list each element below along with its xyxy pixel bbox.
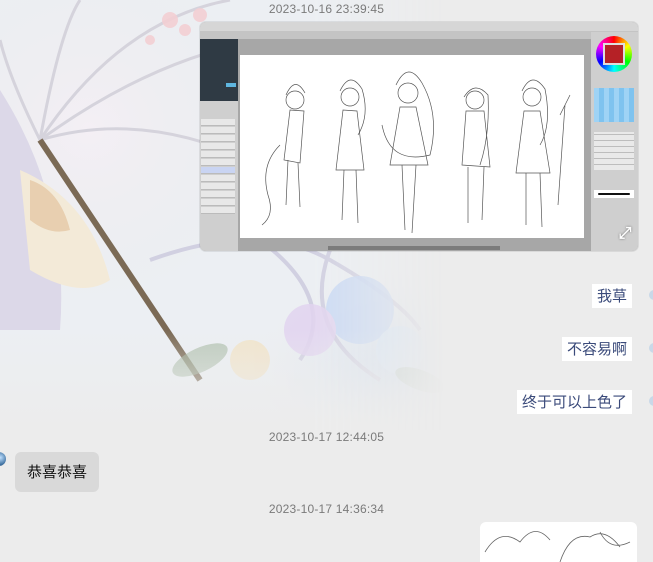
message-timestamp: 2023-10-17 12:44:05 xyxy=(268,430,385,444)
message-timestamp: 2023-10-16 23:39:45 xyxy=(268,2,385,16)
navigator-panel xyxy=(200,39,238,101)
app-toolbar xyxy=(200,31,638,39)
image-message-sketch[interactable] xyxy=(480,522,637,562)
brush-list xyxy=(594,132,634,170)
message-bubble-right[interactable]: 终于可以上色了 xyxy=(516,390,632,414)
message-bubble-right[interactable]: 不容易啊 xyxy=(561,337,632,361)
brush-preview xyxy=(594,190,634,198)
avatar[interactable] xyxy=(649,396,653,406)
avatar[interactable] xyxy=(649,290,653,300)
expand-icon[interactable]: ⤢ xyxy=(614,223,636,245)
avatar[interactable] xyxy=(0,452,6,466)
color-swatches xyxy=(594,88,634,122)
canvas-scrollbar[interactable] xyxy=(328,246,500,250)
drawing-canvas xyxy=(240,55,584,238)
color-wheel xyxy=(596,36,632,72)
image-message-drawing-app[interactable]: ⤢ xyxy=(200,22,638,251)
app-menubar xyxy=(200,22,638,31)
avatar[interactable] xyxy=(649,343,653,353)
message-bubble-left[interactable]: 恭喜恭喜 xyxy=(15,452,100,492)
message-timestamp: 2023-10-17 14:36:34 xyxy=(268,502,385,516)
message-bubble-right[interactable]: 我草 xyxy=(591,284,632,308)
